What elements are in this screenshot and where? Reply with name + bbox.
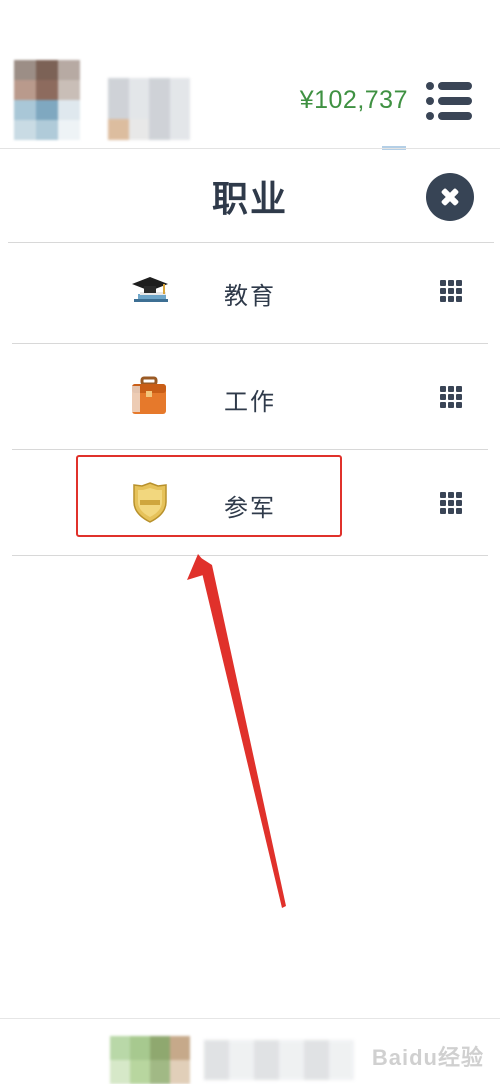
player-name-blurred [108,78,190,140]
highlight-box [76,455,342,537]
briefcase-icon [128,374,172,418]
top-bar: ¥102,737 [0,0,500,150]
graduation-cap-icon [128,268,172,312]
item-label: 工作 [224,388,276,416]
drag-handle-icon[interactable] [440,280,462,302]
divider [12,555,488,556]
watermark: Baidu经验 [371,1045,484,1070]
drag-handle-icon[interactable] [440,492,462,514]
bottom-avatar-blurred [110,1036,190,1084]
list-item-education[interactable]: 教育 [12,240,488,344]
divider [12,449,488,450]
list-item-work[interactable]: 工作 [12,346,488,450]
bottom-text-blurred [204,1040,354,1080]
list-menu-icon[interactable] [426,82,474,120]
panel-title: 职业 [211,179,288,220]
divider [0,148,500,149]
divider [12,343,488,344]
drag-handle-icon[interactable] [440,386,462,408]
item-label: 教育 [224,282,276,310]
avatar[interactable] [14,60,80,140]
close-icon[interactable] [426,173,474,221]
balance-amount: ¥102,737 [299,86,408,114]
divider [0,1018,500,1019]
